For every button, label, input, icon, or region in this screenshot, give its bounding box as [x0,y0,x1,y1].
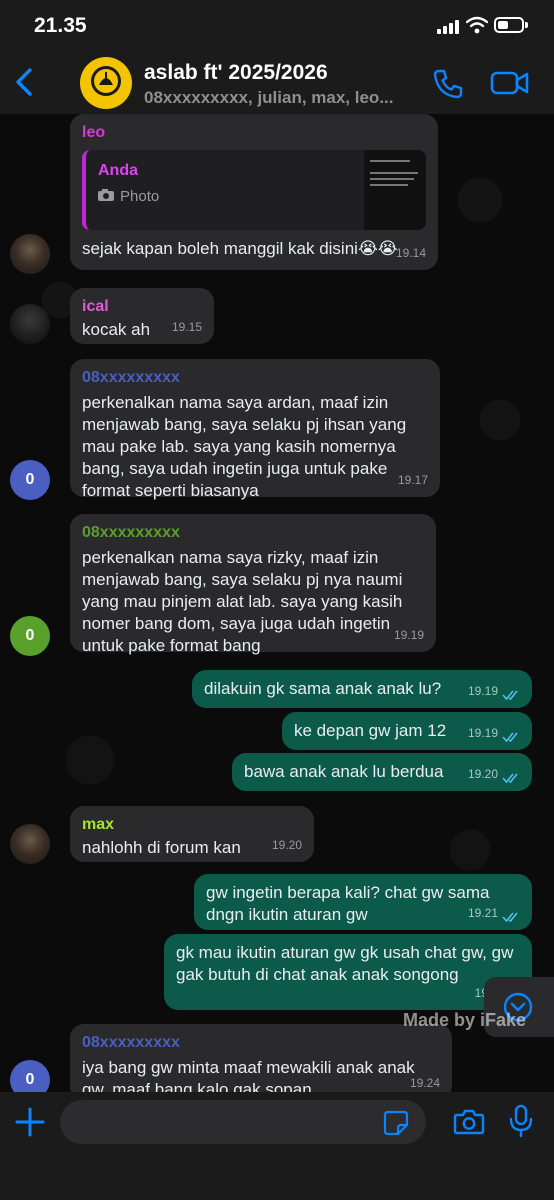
sender-name: 08xxxxxxxxx [82,369,180,386]
phone-icon[interactable] [430,66,466,102]
message-text: kocak ah [82,320,151,339]
message-bubble[interactable]: ical kocak ah 19.15 [70,288,214,344]
university-logo-icon [91,66,121,96]
message-time: 19.19 [467,684,498,698]
message-bubble-outgoing[interactable]: ke depan gw jam 12 19.19 [282,712,532,750]
avatar-letter: 0 [25,471,35,488]
message-bubble[interactable]: 08xxxxxxxxx perkenalkan nama saya ardan,… [70,359,440,500]
read-receipt-icon [502,773,518,784]
sender-name: 08xxxxxxxxx [82,1034,180,1051]
sender-name: max [82,816,115,833]
cellular-signal-icon [437,20,461,34]
message-time: 19.20 [271,838,302,852]
message-time: 19.19 [393,628,424,642]
message-time: 19.15 [171,320,202,334]
message-bubble[interactable]: 08xxxxxxxxx perkenalkan nama saya rizky,… [70,514,436,655]
read-receipt-icon [502,912,518,923]
sticker-icon[interactable] [383,1110,409,1136]
read-receipt-icon [502,732,518,743]
watermark: Made by iFake [403,1010,527,1030]
quoted-photo-thumbnail [364,150,426,230]
status-time: 21.35 [34,14,87,37]
status-bar: 21.35 [0,0,554,52]
message-time: 19.21 [467,906,498,920]
sender-name: 08xxxxxxxxx [82,524,180,541]
avatar-letter: 0 [25,1071,35,1088]
battery-icon [494,17,524,33]
message-text: gk mau ikutin aturan gw gk usah chat gw,… [176,943,514,984]
avatar[interactable] [10,824,50,864]
message-time: 19.20 [467,767,498,781]
message-bubble[interactable]: 08xxxxxxxxx iya bang gw minta maaf mewak… [70,1024,452,1100]
quoted-message[interactable]: Anda Photo [82,150,426,230]
avatar[interactable]: 0 [10,460,50,500]
quoted-type: Photo [120,188,160,205]
message-bubble[interactable]: leo Anda Photo sejak kapan boleh manggil… [70,114,438,270]
read-receipt-icon [502,690,518,701]
avatar[interactable]: 0 [10,616,50,656]
message-text: sejak kapan boleh manggil kak disini😭😭 [82,239,398,258]
microphone-icon[interactable] [508,1104,534,1138]
message-time: 19.24 [409,1076,440,1090]
message-time: 19.17 [397,473,428,487]
composer-bar [0,1092,554,1200]
sender-name: leo [82,124,106,141]
group-members[interactable]: 08xxxxxxxxx, julian, max, leo... [144,88,424,108]
plus-icon[interactable] [14,1106,46,1138]
group-title[interactable]: aslab ft' 2025/2026 [144,61,328,85]
message-text: dilakuin gk sama anak anak lu? [204,679,442,698]
battery-cap [525,22,528,28]
message-bubble-outgoing[interactable]: gk mau ikutin aturan gw gk usah chat gw,… [164,934,532,1010]
chat-header: aslab ft' 2025/2026 08xxxxxxxxx, julian,… [0,52,554,114]
group-avatar[interactable] [80,57,132,109]
camera-icon[interactable] [453,1108,485,1136]
message-text: perkenalkan nama saya ardan, maaf izin m… [82,393,407,500]
message-text: bawa anak anak lu berdua [244,762,444,781]
avatar-letter: 0 [25,627,35,644]
video-camera-icon[interactable] [490,68,530,98]
message-time: 19.14 [395,246,426,260]
message-bubble-outgoing[interactable]: dilakuin gk sama anak anak lu? 19.19 [192,670,532,708]
message-text: perkenalkan nama saya rizky, maaf izin m… [82,548,403,655]
message-text: ke depan gw jam 12 [294,721,447,740]
message-bubble-outgoing[interactable]: bawa anak anak lu berdua 19.20 [232,753,532,791]
chevron-left-icon[interactable] [10,64,40,100]
quoted-sender: Anda [98,162,138,179]
avatar[interactable] [10,234,50,274]
avatar[interactable] [10,304,50,344]
sender-name: ical [82,298,109,315]
camera-icon [98,189,114,201]
message-bubble-outgoing[interactable]: gw ingetin berapa kali? chat gw sama dng… [194,874,532,930]
wifi-icon [466,16,488,34]
message-text: nahlohh di forum kan [82,838,241,857]
message-input[interactable] [60,1100,426,1144]
message-bubble[interactable]: max nahlohh di forum kan 19.20 [70,806,314,862]
message-time: 19.19 [467,726,498,740]
